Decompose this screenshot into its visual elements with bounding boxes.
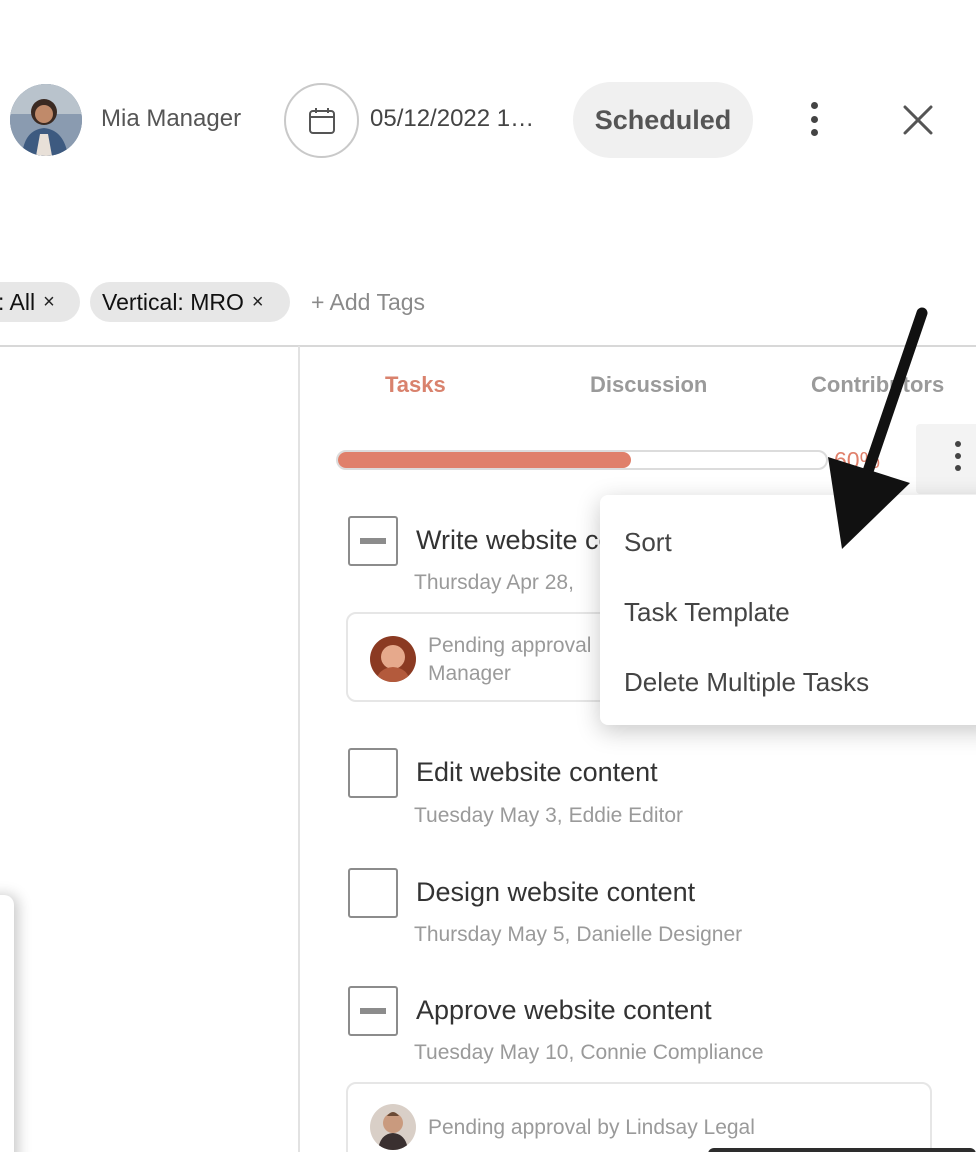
task-assignee: Danielle Designer bbox=[576, 923, 743, 946]
task-assignee: Connie Compliance bbox=[580, 1041, 764, 1064]
task-assignee: Eddie Editor bbox=[568, 804, 684, 827]
task-date: Thursday May 5, bbox=[414, 923, 571, 946]
tasks-options-menu: Sort Task Template Delete Multiple Tasks bbox=[600, 495, 976, 725]
owner-name: Mia Manager bbox=[101, 105, 242, 132]
tab-discussion[interactable]: Discussion bbox=[590, 372, 707, 398]
task-meta: Thursday May 5, Danielle Designer bbox=[414, 923, 742, 947]
task-date: Tuesday May 3, bbox=[414, 804, 563, 827]
progress-fill bbox=[338, 452, 631, 468]
task-date: Thursday Apr 28, bbox=[414, 571, 574, 594]
status-badge[interactable]: Scheduled bbox=[573, 82, 753, 158]
task-checkbox[interactable] bbox=[348, 868, 398, 918]
tasks-more-icon[interactable] bbox=[953, 441, 963, 471]
approval-card: Pending approval by Lindsay Legal bbox=[346, 1082, 932, 1152]
task-meta: Tuesday May 3, Eddie Editor bbox=[414, 804, 683, 828]
menu-item-task-template[interactable]: Task Template bbox=[624, 597, 790, 628]
menu-item-sort[interactable]: Sort bbox=[624, 527, 672, 558]
remove-tag-icon[interactable]: × bbox=[43, 291, 55, 314]
approval-text: Pending approval Manager bbox=[428, 634, 592, 685]
owner-avatar-image bbox=[10, 84, 82, 156]
tag-chip: : All × bbox=[0, 282, 80, 322]
task-title[interactable]: Edit website content bbox=[416, 757, 658, 788]
menu-item-delete-multiple-tasks[interactable]: Delete Multiple Tasks bbox=[624, 667, 869, 698]
approval-text: Pending approval by Lindsay Legal bbox=[428, 1116, 755, 1139]
tab-contributors[interactable]: Contributors bbox=[811, 372, 944, 398]
remove-tag-icon[interactable]: × bbox=[252, 291, 264, 314]
task-checkbox[interactable] bbox=[348, 516, 398, 566]
tasks-menu-button[interactable] bbox=[916, 424, 976, 494]
close-icon bbox=[903, 105, 933, 135]
task-title[interactable]: Approve website content bbox=[416, 995, 712, 1026]
owner-avatar[interactable] bbox=[10, 84, 82, 156]
progress-percent: 60% bbox=[834, 447, 881, 473]
toast-bar bbox=[708, 1148, 976, 1152]
approver-avatar bbox=[370, 1104, 416, 1150]
task-meta: Tuesday May 10, Connie Compliance bbox=[414, 1041, 764, 1065]
more-options-icon[interactable] bbox=[804, 102, 824, 136]
close-button[interactable] bbox=[898, 100, 938, 140]
side-panel bbox=[0, 895, 14, 1152]
calendar-icon bbox=[308, 107, 335, 134]
task-date: Tuesday May 10, bbox=[414, 1041, 575, 1064]
divider bbox=[298, 346, 300, 1152]
tag-label: Vertical: MRO bbox=[102, 288, 244, 315]
task-checkbox[interactable] bbox=[348, 986, 398, 1036]
add-tags-button[interactable]: + Add Tags bbox=[311, 289, 425, 316]
task-meta: Thursday Apr 28, bbox=[414, 571, 574, 595]
tag-label: : All bbox=[0, 288, 36, 315]
tag-chip: Vertical: MRO × bbox=[90, 282, 290, 322]
date-picker-button[interactable] bbox=[284, 83, 359, 158]
progress-bar bbox=[336, 450, 828, 470]
task-title[interactable]: Design website content bbox=[416, 877, 695, 908]
approver-avatar bbox=[370, 636, 416, 682]
task-checkbox[interactable] bbox=[348, 748, 398, 798]
scheduled-date: 05/12/2022 1… bbox=[370, 105, 535, 132]
divider bbox=[0, 345, 976, 347]
approver-avatar-image bbox=[370, 1104, 416, 1150]
approver-avatar-image bbox=[370, 636, 416, 682]
tab-tasks[interactable]: Tasks bbox=[385, 372, 446, 398]
